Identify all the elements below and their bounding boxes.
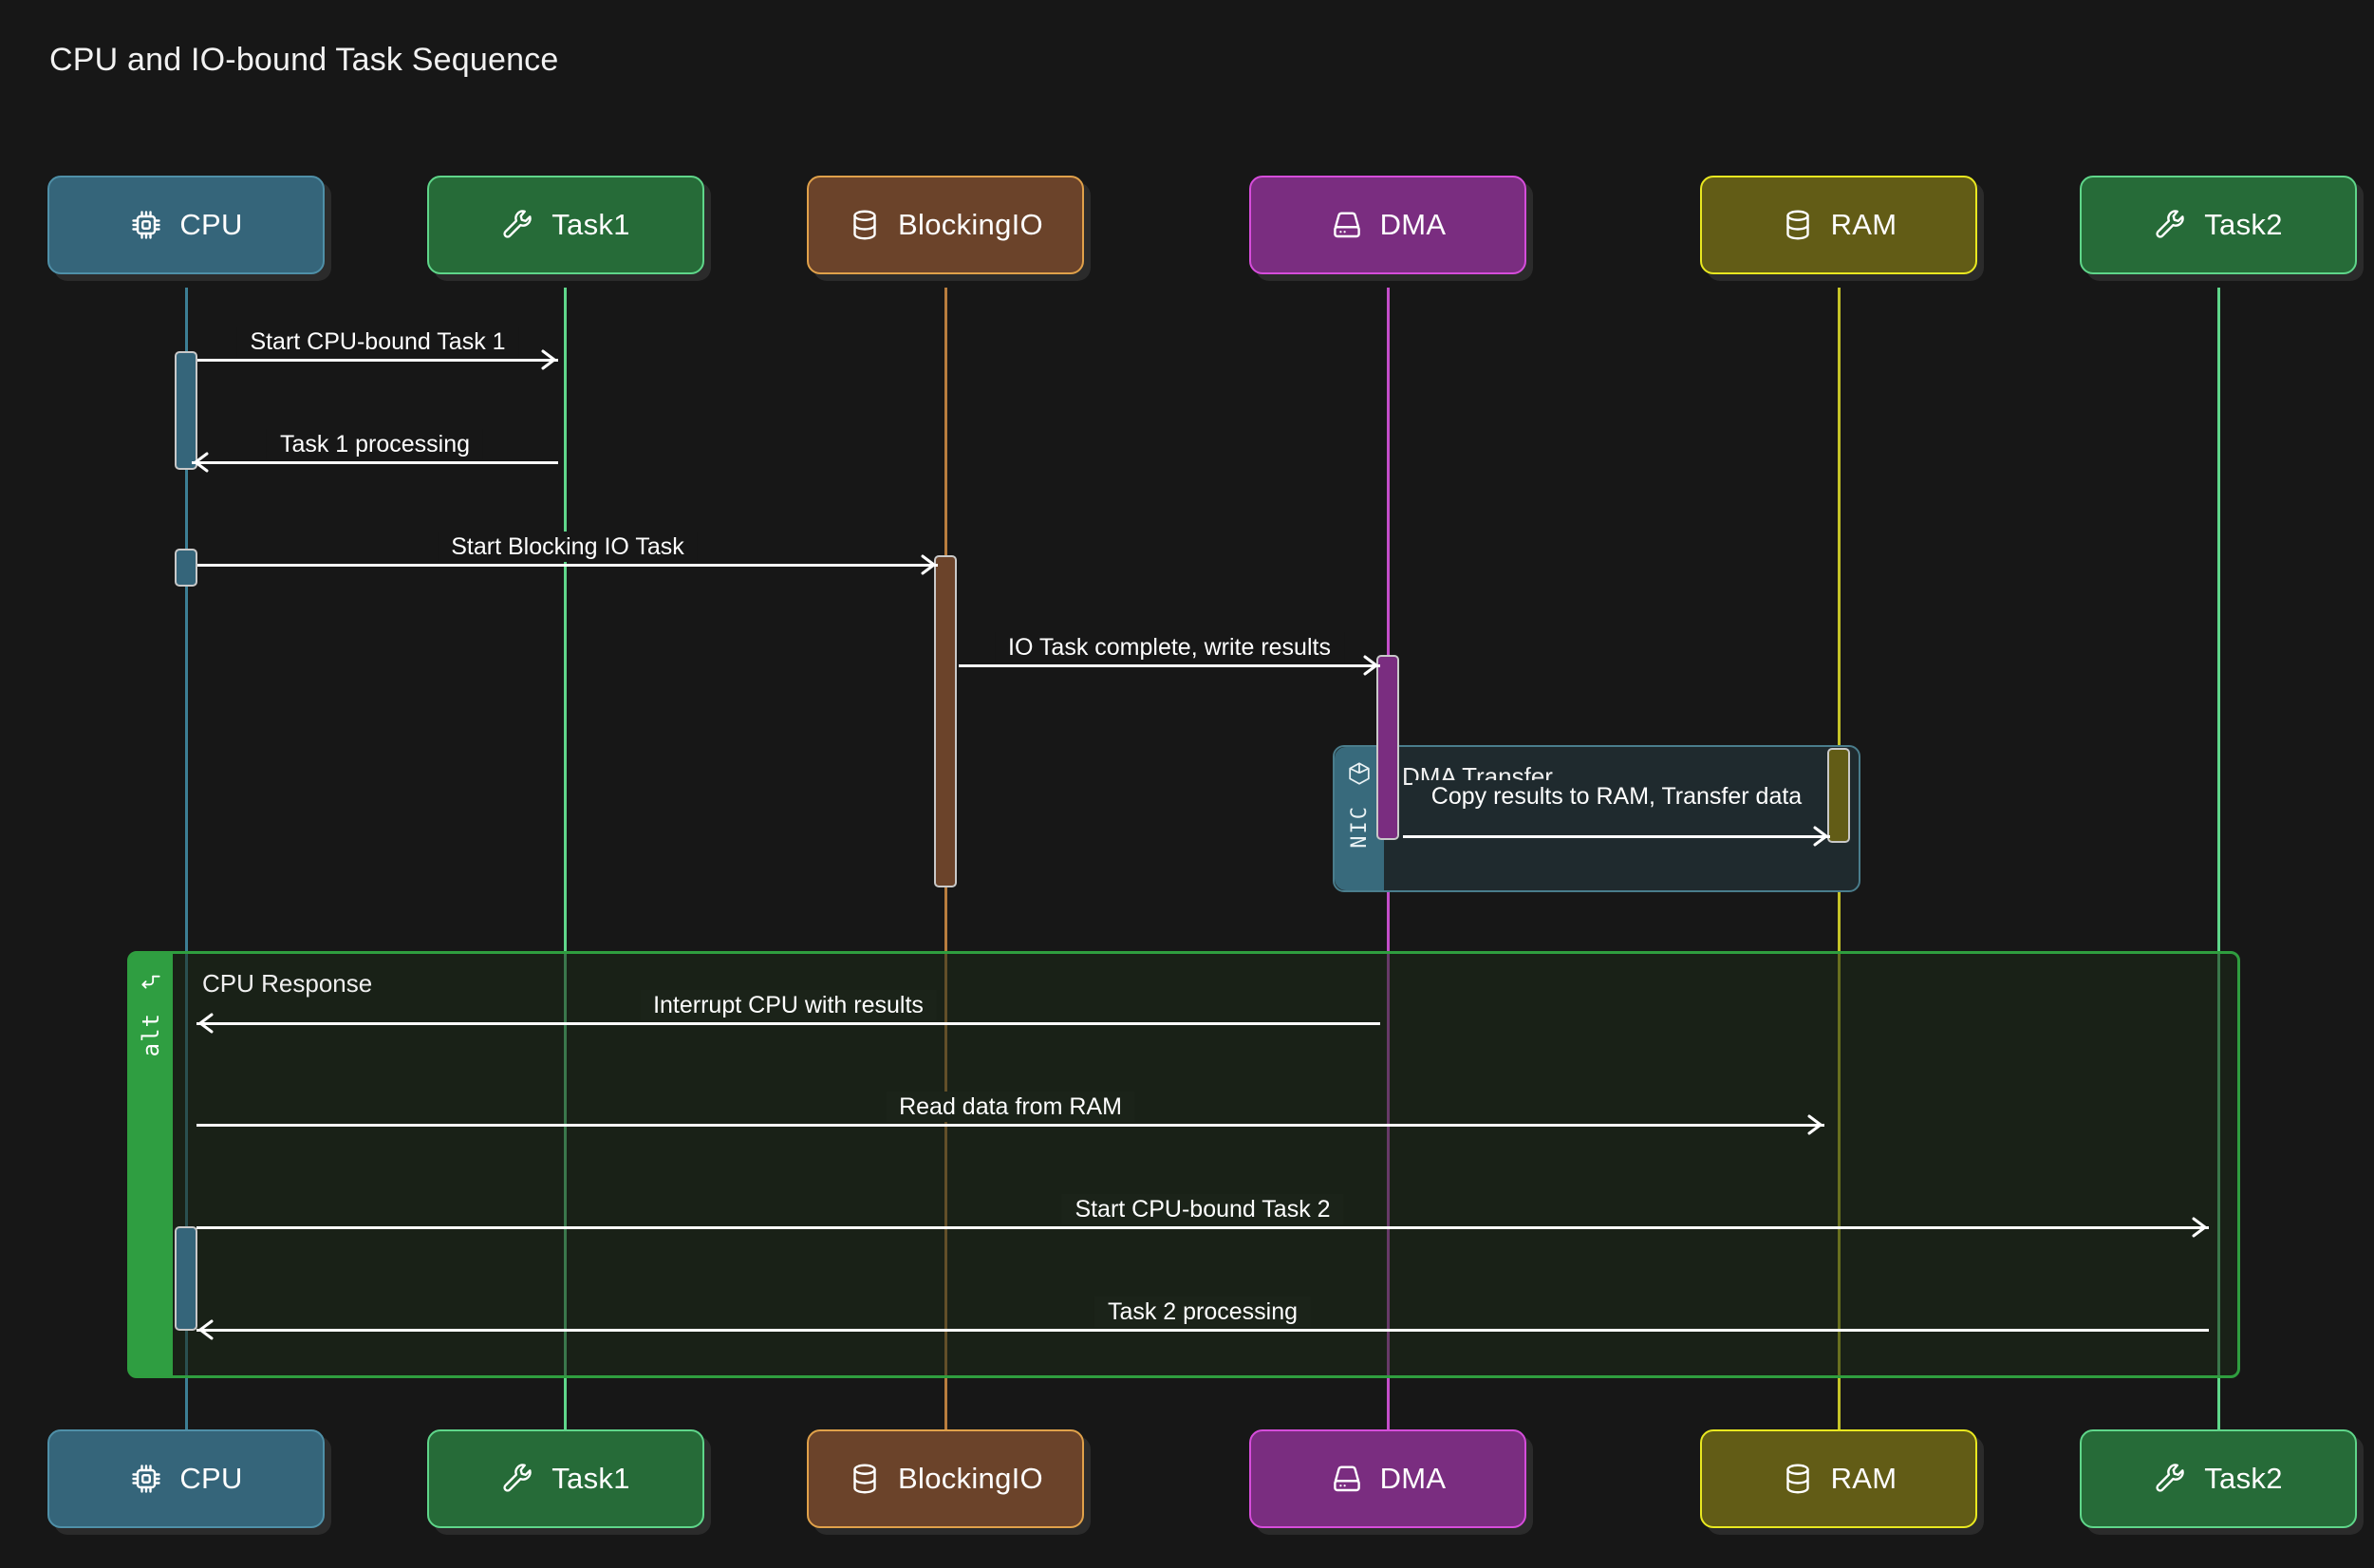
participant-label: Task1	[551, 1462, 630, 1495]
page-title: CPU and IO-bound Task Sequence	[49, 42, 559, 78]
participant-label: BlockingIO	[898, 1462, 1043, 1495]
hard-drive-icon	[1330, 1462, 1364, 1496]
activation-cpu-3	[175, 1226, 197, 1331]
participant-task1-bottom[interactable]: Task1	[427, 1429, 704, 1528]
message-line	[192, 461, 558, 464]
activation-cpu-2	[175, 549, 197, 587]
message-label: Start CPU-bound Task 2	[1061, 1194, 1344, 1224]
database-icon	[1781, 1462, 1815, 1496]
participant-label: Task2	[2204, 1462, 2283, 1495]
participant-task2-top[interactable]: Task2	[2080, 176, 2357, 274]
participant-ram-top[interactable]: RAM	[1700, 176, 1977, 274]
hard-drive-icon	[1330, 208, 1364, 242]
cpu-chip-icon	[129, 208, 163, 242]
arrow-right-icon	[915, 552, 940, 577]
activation-blockingio	[934, 555, 957, 887]
arrow-right-icon	[1802, 1112, 1826, 1137]
alt-fragment-title: CPU Response	[202, 969, 373, 998]
participant-label: RAM	[1830, 208, 1897, 241]
message-line	[196, 1226, 2209, 1229]
arrow-right-icon	[535, 347, 560, 372]
message-label: Copy results to RAM, Transfer data	[1412, 780, 1821, 812]
nic-keyword: NIC	[1347, 805, 1372, 849]
participant-task2-bottom[interactable]: Task2	[2080, 1429, 2357, 1528]
message-line	[197, 359, 558, 362]
message-line	[196, 1022, 1380, 1025]
message-label: Read data from RAM	[886, 1092, 1135, 1122]
wrench-icon	[501, 1462, 535, 1496]
participant-task1-top[interactable]: Task1	[427, 176, 704, 274]
database-icon	[1781, 208, 1815, 242]
participant-ram-bottom[interactable]: RAM	[1700, 1429, 1977, 1528]
arrow-right-icon	[1807, 824, 1832, 849]
participant-label: DMA	[1379, 1462, 1447, 1495]
participant-label: RAM	[1830, 1462, 1897, 1495]
message-label: Start CPU-bound Task 1	[236, 327, 519, 357]
participant-dma-top[interactable]: DMA	[1249, 176, 1526, 274]
database-icon	[848, 1462, 882, 1496]
participant-blockingio-top[interactable]: BlockingIO	[807, 176, 1084, 274]
participant-label: Task2	[2204, 208, 2283, 241]
activation-dma	[1376, 655, 1399, 840]
message-label: Interrupt CPU with results	[640, 990, 937, 1020]
participant-dma-bottom[interactable]: DMA	[1249, 1429, 1526, 1528]
arrow-right-icon	[2186, 1215, 2211, 1240]
message-line	[196, 1329, 2209, 1332]
participant-cpu-bottom[interactable]: CPU	[47, 1429, 325, 1528]
message-line	[197, 564, 938, 567]
wrench-icon	[501, 208, 535, 242]
cpu-chip-icon	[129, 1462, 163, 1496]
arrow-left-icon	[195, 1011, 219, 1036]
arrow-right-icon	[1357, 653, 1382, 678]
participant-label: DMA	[1379, 208, 1447, 241]
message-line	[1403, 835, 1830, 838]
alt-keyword: alt	[138, 1013, 164, 1057]
cube-icon	[1346, 760, 1373, 792]
sequence-diagram-canvas: CPU and IO-bound Task Sequence CPU Task1	[0, 0, 2374, 1568]
message-line	[196, 1124, 1824, 1127]
database-icon	[848, 208, 882, 242]
message-label: Task 2 processing	[1094, 1297, 1312, 1327]
participant-label: CPU	[179, 208, 243, 241]
participant-blockingio-bottom[interactable]: BlockingIO	[807, 1429, 1084, 1528]
message-label: IO Task complete, write results	[995, 632, 1344, 663]
alt-fragment-tab: alt	[129, 953, 173, 1376]
arrow-left-icon	[195, 1317, 219, 1342]
message-label: Task 1 processing	[266, 429, 484, 459]
participant-label: BlockingIO	[898, 208, 1043, 241]
branch-icon	[139, 968, 163, 998]
wrench-icon	[2154, 1462, 2188, 1496]
participant-label: CPU	[179, 1462, 243, 1495]
wrench-icon	[2154, 208, 2188, 242]
participant-label: Task1	[551, 208, 630, 241]
message-line	[959, 664, 1380, 667]
arrow-left-icon	[190, 450, 215, 475]
participant-cpu-top[interactable]: CPU	[47, 176, 325, 274]
message-label: Start Blocking IO Task	[438, 532, 698, 562]
